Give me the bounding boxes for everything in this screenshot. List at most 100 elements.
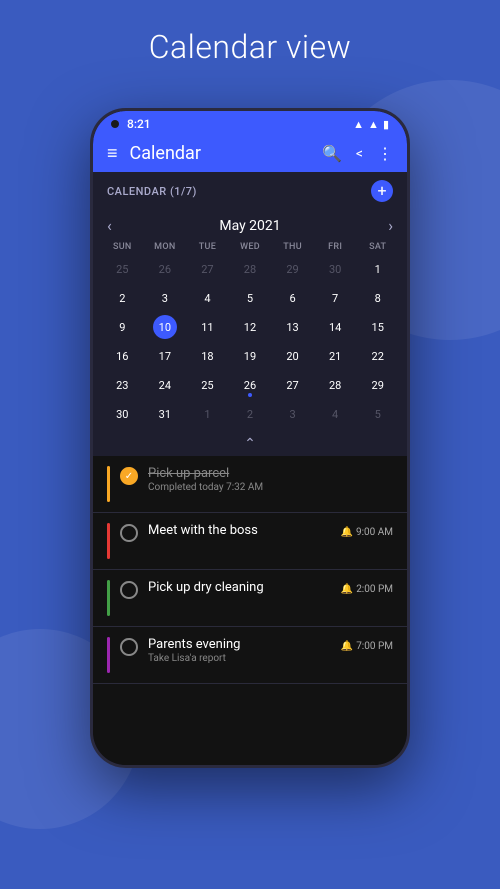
task-color-bar (107, 580, 110, 616)
menu-icon[interactable]: ≡ (107, 143, 118, 164)
task-checkbox[interactable] (120, 638, 138, 656)
calendar-day[interactable]: 4 (314, 400, 357, 428)
calendar-day[interactable]: 4 (186, 284, 229, 312)
alarm-icon: 🔔 (341, 584, 353, 595)
calendar-grid: 2526272829301234567891011121314151617181… (93, 255, 407, 434)
day-header-tue: TUE (186, 239, 229, 255)
calendar-day[interactable]: 8 (356, 284, 399, 312)
share-icon[interactable]: < (356, 146, 363, 162)
task-checkbox[interactable] (120, 581, 138, 599)
calendar-day[interactable]: 28 (314, 371, 357, 399)
more-icon[interactable]: ⋮ (377, 144, 393, 163)
prev-month-button[interactable]: ‹ (107, 216, 112, 235)
wifi-icon: ▲ (353, 118, 364, 131)
task-time: 🔔2:00 PM (341, 584, 393, 595)
page-title: Calendar view (0, 0, 500, 84)
task-item[interactable]: Pick up dry cleaning🔔2:00 PM (93, 570, 407, 627)
calendar-day[interactable]: 2 (101, 284, 144, 312)
calendar-day[interactable]: 26 (144, 255, 187, 283)
calendar-day[interactable]: 3 (144, 284, 187, 312)
calendar-day[interactable]: 24 (144, 371, 187, 399)
calendar-day[interactable]: 31 (144, 400, 187, 428)
calendar-day[interactable]: 20 (271, 342, 314, 370)
task-item[interactable]: Parents eveningTake Lisa'a report🔔7:00 P… (93, 627, 407, 684)
task-content: Pick up parcelCompleted today 7:32 AM (148, 466, 393, 493)
calendar-day[interactable]: 27 (186, 255, 229, 283)
calendar-day[interactable]: 30 (314, 255, 357, 283)
calendar-day[interactable]: 9 (101, 313, 144, 341)
task-title: Pick up parcel (148, 466, 393, 481)
calendar-day[interactable]: 17 (144, 342, 187, 370)
calendar-day[interactable]: 21 (314, 342, 357, 370)
add-event-button[interactable]: + (371, 180, 393, 202)
calendar-day[interactable]: 3 (271, 400, 314, 428)
calendar-day[interactable]: 27 (271, 371, 314, 399)
calendar-header-row: CALENDAR (1/7) + (93, 172, 407, 210)
calendar-day[interactable]: 25 (186, 371, 229, 399)
app-bar: ≡ Calendar 🔍 < ⋮ (93, 135, 407, 172)
calendar-day[interactable]: 23 (101, 371, 144, 399)
alarm-icon: 🔔 (341, 641, 353, 652)
calendar-day[interactable]: 1 (186, 400, 229, 428)
task-title: Pick up dry cleaning (148, 580, 341, 595)
task-list: ✓ Pick up parcelCompleted today 7:32 AM Me… (93, 456, 407, 765)
calendar-day[interactable]: 26 (229, 371, 272, 399)
status-time: 8:21 (127, 117, 151, 131)
alarm-icon: 🔔 (341, 527, 353, 538)
calendar-day[interactable]: 1 (356, 255, 399, 283)
calendar-label: CALENDAR (1/7) (107, 185, 197, 198)
task-checkbox[interactable]: ✓ (120, 467, 138, 485)
task-content: Meet with the boss (148, 523, 341, 538)
collapse-button[interactable]: ⌃ (244, 436, 256, 452)
calendar-day[interactable]: 11 (186, 313, 229, 341)
calendar-day[interactable]: 29 (271, 255, 314, 283)
calendar-day[interactable]: 28 (229, 255, 272, 283)
task-right: 🔔7:00 PM (341, 637, 393, 652)
calendar-day[interactable]: 18 (186, 342, 229, 370)
calendar-day[interactable]: 25 (101, 255, 144, 283)
calendar-day[interactable]: 2 (229, 400, 272, 428)
task-item[interactable]: ✓ Pick up parcelCompleted today 7:32 AM (93, 456, 407, 513)
calendar-day[interactable]: 5 (229, 284, 272, 312)
calendar-day[interactable]: 10 (144, 313, 187, 341)
phone-frame: 8:21 ▲ ▲ ▮ ≡ Calendar 🔍 < ⋮ CALENDAR (1/… (90, 108, 410, 768)
calendar-day[interactable]: 5 (356, 400, 399, 428)
calendar-day[interactable]: 7 (314, 284, 357, 312)
calendar-day[interactable]: 16 (101, 342, 144, 370)
next-month-button[interactable]: › (388, 216, 393, 235)
task-content: Parents eveningTake Lisa'a report (148, 637, 341, 664)
camera-dot (111, 120, 119, 128)
task-title: Parents evening (148, 637, 341, 652)
collapse-row: ⌃ (93, 434, 407, 456)
signal-icon: ▲ (368, 118, 379, 131)
status-left: 8:21 (111, 117, 151, 131)
month-nav: ‹ May 2021 › (93, 210, 407, 239)
day-header-wed: WED (229, 239, 272, 255)
task-subtitle: Completed today 7:32 AM (148, 482, 393, 493)
task-right: 🔔2:00 PM (341, 580, 393, 595)
search-icon[interactable]: 🔍 (322, 144, 342, 163)
calendar-day[interactable]: 6 (271, 284, 314, 312)
task-right: 🔔9:00 AM (341, 523, 393, 538)
calendar-day[interactable]: 13 (271, 313, 314, 341)
calendar-day[interactable]: 12 (229, 313, 272, 341)
calendar-day[interactable]: 22 (356, 342, 399, 370)
task-color-bar (107, 637, 110, 673)
status-bar: 8:21 ▲ ▲ ▮ (93, 111, 407, 135)
task-time-text: 7:00 PM (356, 641, 393, 652)
calendar-day[interactable]: 15 (356, 313, 399, 341)
task-item[interactable]: Meet with the boss🔔9:00 AM (93, 513, 407, 570)
calendar-day[interactable]: 30 (101, 400, 144, 428)
calendar-day[interactable]: 29 (356, 371, 399, 399)
day-header-fri: FRI (314, 239, 357, 255)
calendar-day[interactable]: 19 (229, 342, 272, 370)
calendar-day[interactable]: 14 (314, 313, 357, 341)
task-content: Pick up dry cleaning (148, 580, 341, 595)
day-header-thu: THU (271, 239, 314, 255)
month-title: May 2021 (219, 218, 280, 234)
task-time-text: 9:00 AM (356, 527, 393, 538)
task-time: 🔔9:00 AM (341, 527, 393, 538)
task-color-bar (107, 523, 110, 559)
task-checkbox[interactable] (120, 524, 138, 542)
task-title: Meet with the boss (148, 523, 341, 538)
